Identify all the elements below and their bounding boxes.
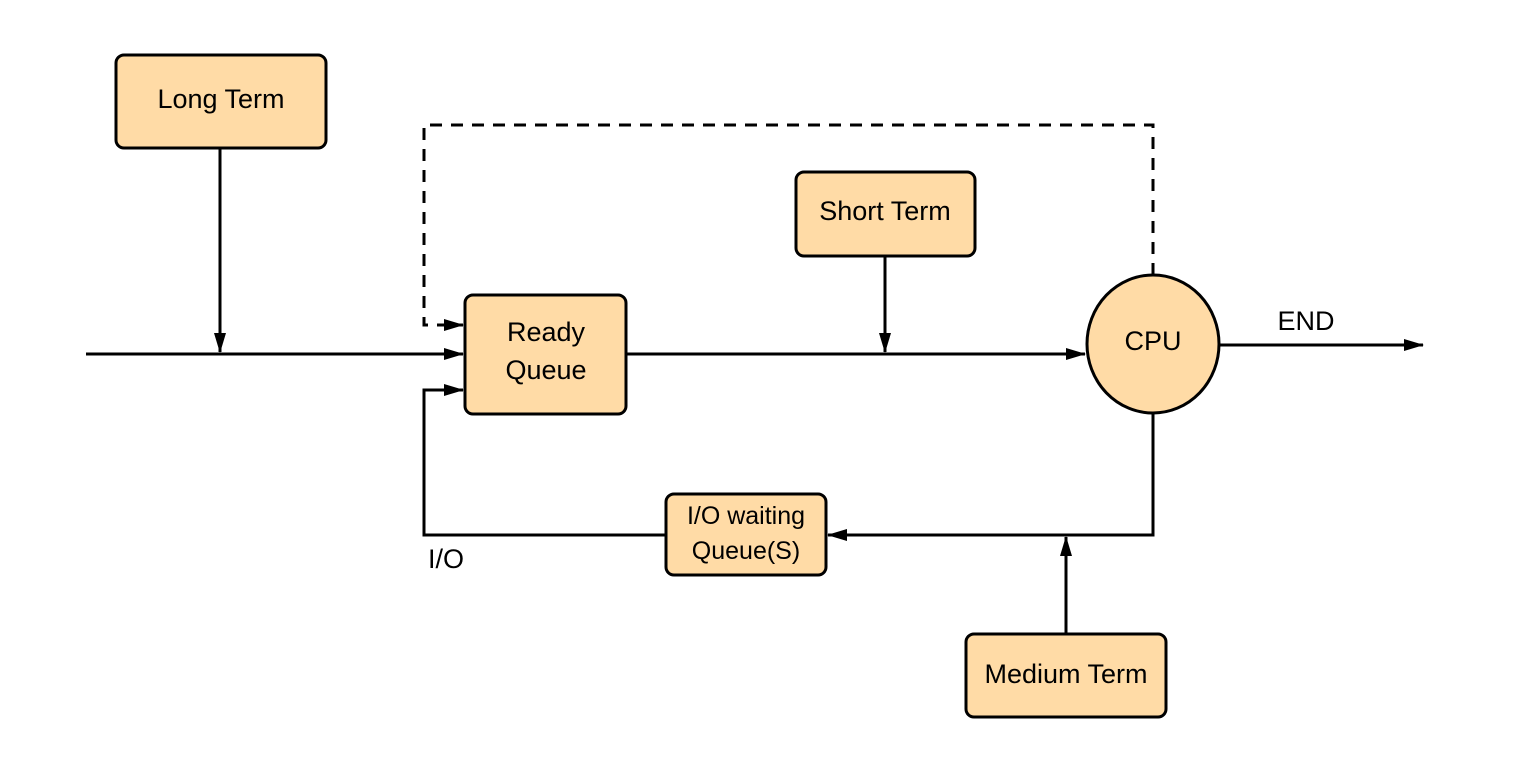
short-term-label: Short Term: [819, 196, 951, 226]
ready-queue-node: Ready Queue: [463, 293, 628, 416]
cpu-node: CPU: [1085, 273, 1221, 415]
io-queue-node: I/O waiting Queue(S): [664, 492, 828, 577]
io-queue-label-line1: I/O waiting: [687, 502, 805, 530]
medium-term-label: Medium Term: [984, 659, 1147, 689]
ready-queue-label-line2: Queue: [505, 355, 586, 385]
end-label: END: [1277, 306, 1334, 336]
io-queue-label-line2: Queue(S): [692, 537, 800, 565]
short-term-node: Short Term: [794, 170, 977, 258]
cpu-label: CPU: [1124, 326, 1181, 356]
io-label: I/O: [428, 544, 464, 574]
ready-queue-label-line1: Ready: [507, 317, 586, 347]
long-term-label: Long Term: [157, 84, 284, 114]
edge-cpu-to-io-queue: [827, 414, 1155, 541]
long-term-node: Long Term: [114, 53, 328, 150]
medium-term-node: Medium Term: [964, 632, 1168, 719]
scheduling-diagram: Long Term Short Term Ready Queue CPU I/O…: [86, 53, 1424, 719]
